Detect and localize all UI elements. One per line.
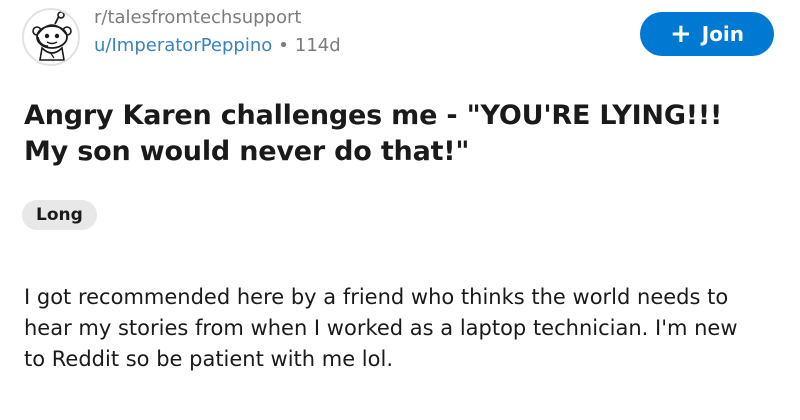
post-body: I got recommended here by a friend who t… — [24, 285, 738, 371]
post-age: 114d — [294, 35, 341, 56]
post-header: r/talesfromtechsupport u/ImperatorPeppin… — [22, 6, 782, 68]
subreddit-name[interactable]: r/talesfromtechsupport — [94, 6, 594, 30]
author-username[interactable]: u/ImperatorPeppino — [94, 35, 272, 56]
join-label: Join — [701, 22, 745, 46]
reddit-post: r/talesfromtechsupport u/ImperatorPeppin… — [0, 0, 800, 420]
plus-icon: + — [669, 19, 692, 49]
post-meta: r/talesfromtechsupport u/ImperatorPeppin… — [94, 6, 594, 58]
post-title[interactable]: Angry Karen challenges me - "YOU'RE LYIN… — [24, 98, 764, 170]
join-button[interactable]: + Join — [640, 12, 774, 56]
meta-separator: • — [278, 35, 289, 56]
snoo-icon — [32, 11, 72, 61]
post-flair[interactable]: Long — [22, 200, 97, 230]
byline: u/ImperatorPeppino • 114d — [94, 34, 594, 58]
subreddit-avatar-icon[interactable] — [22, 8, 80, 66]
